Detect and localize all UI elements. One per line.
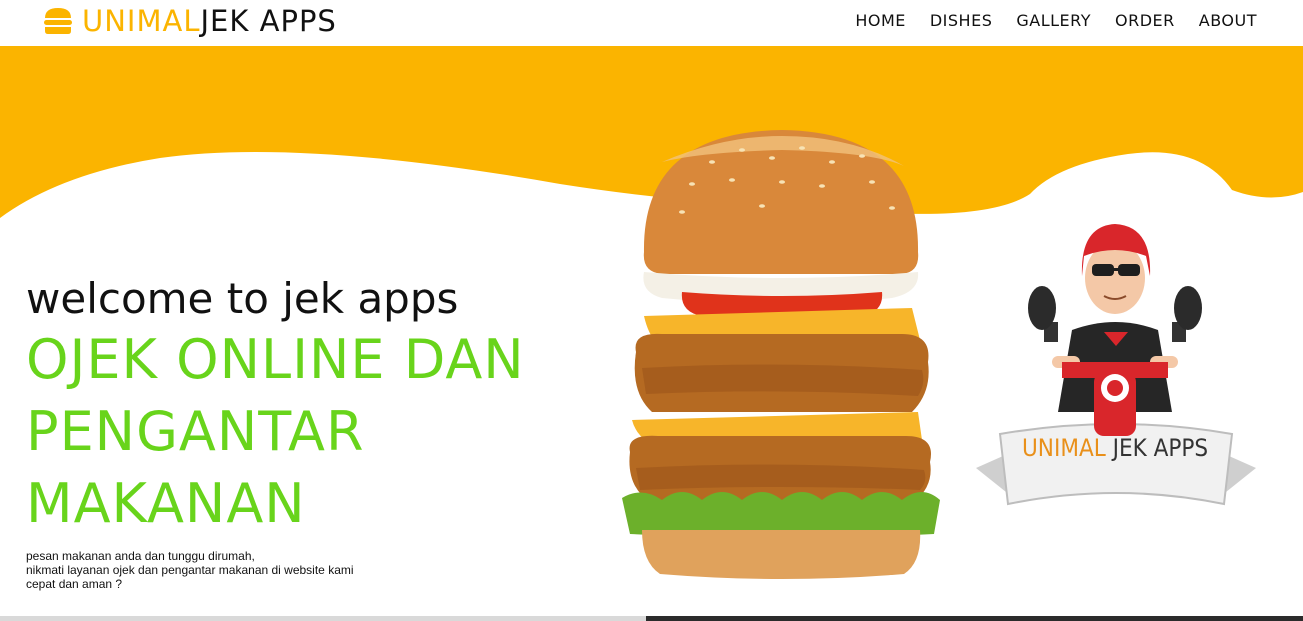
headline-line-2: PENGANTAR <box>26 400 365 463</box>
headline-line-1: OJEK ONLINE DAN <box>26 328 525 391</box>
burger-image <box>622 130 940 579</box>
headline-line-3: MAKANAN <box>26 472 306 535</box>
badge-label: UNIMAL JEK APPS <box>1022 434 1208 462</box>
badge-rest: JEK APPS <box>1112 434 1209 462</box>
nav-gallery[interactable]: GALLERY <box>1016 11 1091 30</box>
brand-rest: JEK APPS <box>200 4 337 38</box>
nav-order[interactable]: ORDER <box>1115 11 1175 30</box>
bottom-strip <box>0 616 1303 621</box>
nav-dishes[interactable]: DISHES <box>930 11 993 30</box>
description-line-2: nikmati layanan ojek dan pengantar makan… <box>26 563 354 577</box>
badge-accent: UNIMAL <box>1022 434 1106 462</box>
nav-home[interactable]: HOME <box>855 11 906 30</box>
brand-accent: UNIMAL <box>82 4 201 38</box>
hero-section: welcome to jek apps OJEK ONLINE DAN PENG… <box>0 46 1303 616</box>
welcome-heading: welcome to jek apps <box>26 274 459 323</box>
hero-description: pesan makanan anda dan tunggu dirumah, n… <box>26 549 354 591</box>
courier-mascot <box>976 224 1256 506</box>
description-line-3: cepat dan aman ? <box>26 577 123 591</box>
hero-headline: OJEK ONLINE DAN PENGANTAR MAKANAN <box>26 324 616 540</box>
brand-logo[interactable]: UNIMALJEK APPS <box>42 4 337 38</box>
nav-about[interactable]: ABOUT <box>1199 11 1257 30</box>
main-nav: HOME DISHES GALLERY ORDER ABOUT <box>855 11 1257 30</box>
burger-icon <box>44 8 72 34</box>
bottom-strip-dark <box>646 616 1303 621</box>
brand-name: UNIMALJEK APPS <box>82 4 337 38</box>
description-line-1: pesan makanan anda dan tunggu dirumah, <box>26 549 255 563</box>
header: UNIMALJEK APPS HOME DISHES GALLERY ORDER… <box>0 0 1303 46</box>
